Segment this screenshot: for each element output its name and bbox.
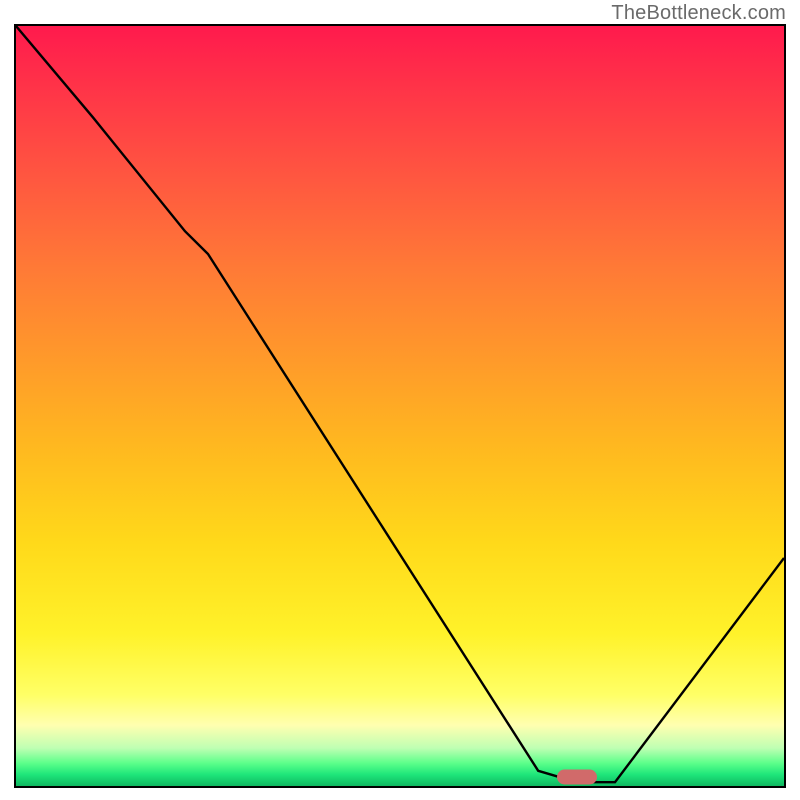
chart-frame: [14, 24, 786, 788]
curve-path: [16, 26, 784, 782]
watermark-text: TheBottleneck.com: [611, 2, 786, 25]
optimum-marker: [557, 769, 597, 784]
chart-curve: [16, 26, 784, 786]
